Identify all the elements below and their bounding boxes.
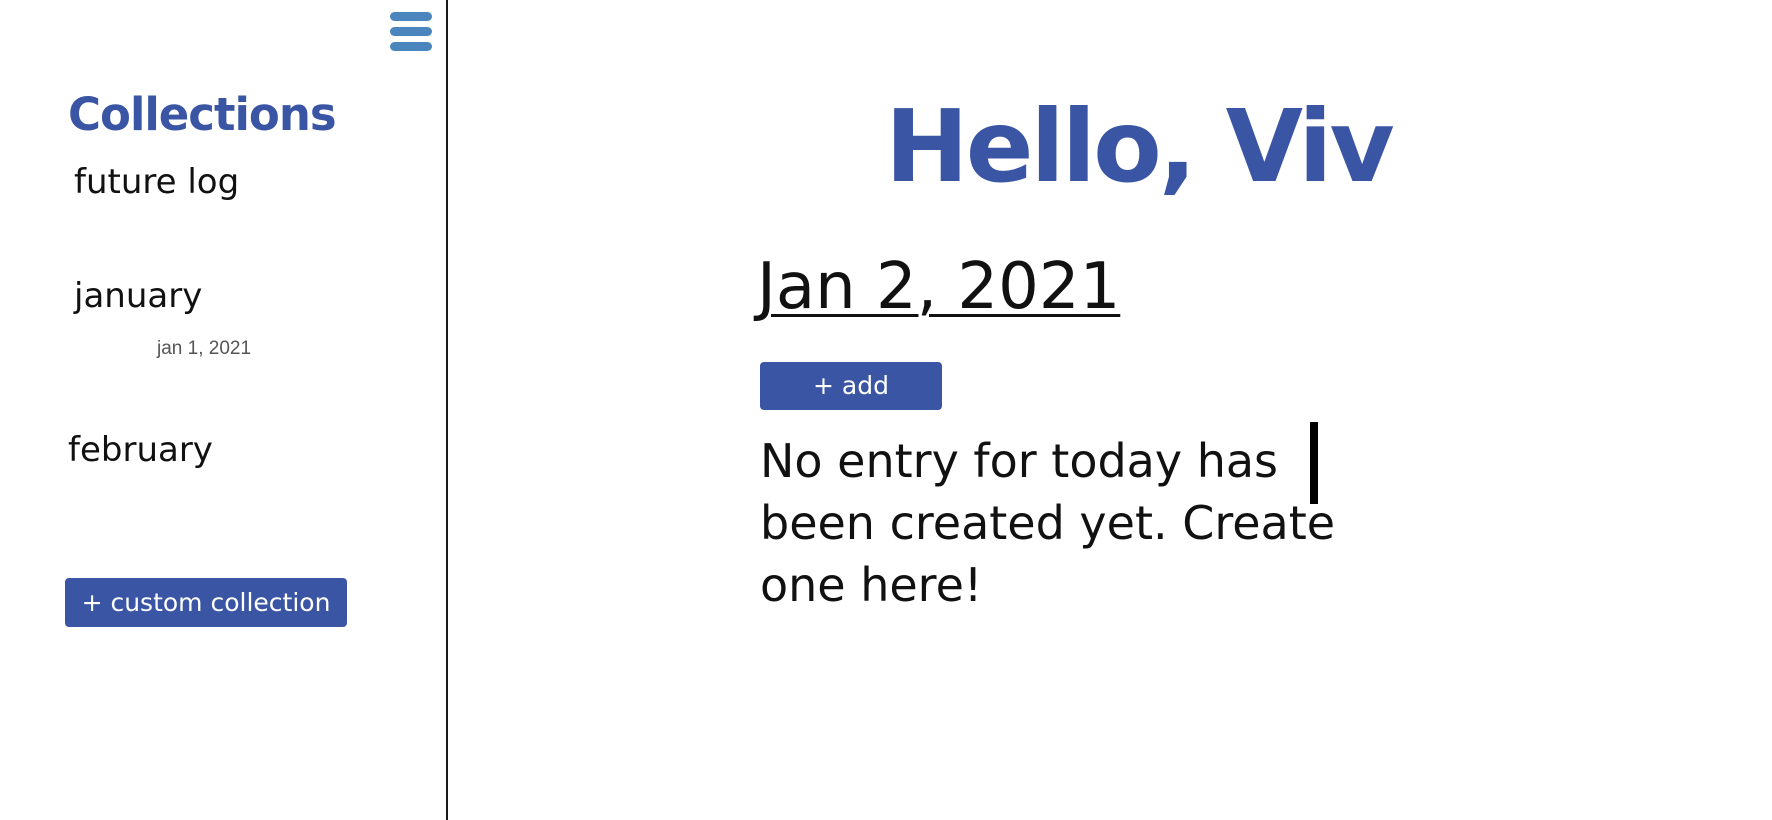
collection-item-january[interactable]: january xyxy=(74,276,202,316)
app-window: Collections future log january jan 1, 20… xyxy=(0,0,1772,820)
sidebar: Collections future log january jan 1, 20… xyxy=(0,0,448,820)
collection-entry-jan-1-2021[interactable]: jan 1, 2021 xyxy=(157,338,251,360)
hamburger-menu-icon[interactable] xyxy=(388,12,434,54)
collection-item-february[interactable]: february xyxy=(68,430,213,470)
text-cursor xyxy=(1310,422,1318,504)
add-custom-collection-button[interactable]: + custom collection xyxy=(65,578,347,627)
greeting-title: Hello, Viv xyxy=(885,88,1395,205)
collection-item-future-log[interactable]: future log xyxy=(74,162,239,202)
main-content: Hello, Viv Jan 2, 2021 + add No entry fo… xyxy=(450,0,1772,820)
add-entry-button[interactable]: + add xyxy=(760,362,942,410)
collections-heading: Collections xyxy=(68,88,337,141)
menu-bar xyxy=(390,12,432,21)
menu-bar xyxy=(390,42,432,51)
empty-entry-message: No entry for today has been created yet.… xyxy=(760,434,1336,612)
current-date-link[interactable]: Jan 2, 2021 xyxy=(757,250,1120,324)
menu-bar xyxy=(390,27,432,36)
